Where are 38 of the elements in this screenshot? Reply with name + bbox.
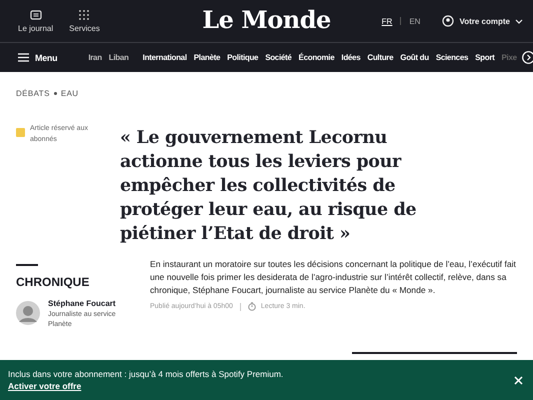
author-name[interactable]: Stéphane Foucart [48,299,123,308]
grid-icon [79,10,90,20]
subscriber-badge-icon [16,128,25,137]
promo-text: Inclus dans votre abonnement : jusqu’à 4 mois offerts à Spotify Premium. [8,369,284,379]
chevron-down-icon [515,18,523,24]
stopwatch-icon [248,302,256,311]
language-link[interactable]: FR [382,16,392,26]
separator-dot [54,92,57,95]
nav-link[interactable]: Économie [298,53,334,62]
nav-link[interactable]: Politique [227,53,258,62]
breadcrumb-link[interactable]: EAU [60,89,78,98]
article-title: « Le gouvernement Lecornu actionne tous les leviers pour empêcher les collectivités de protéger leur eau, au risque de piétiner l’Etat de droit » [120,127,418,246]
header-link[interactable]: Services [69,10,100,32]
logo[interactable]: Le Monde [202,5,331,34]
account-button[interactable]: Votre compte [442,15,523,27]
avatar-icon [16,301,40,325]
breadcrumb-link[interactable]: DÉBATS [16,89,50,98]
nav-link[interactable]: Goût du [400,53,429,62]
nav-link[interactable]: Idées [341,53,360,62]
nav-link[interactable]: Planète [194,53,220,62]
nav-link[interactable]: Sciences [436,53,468,62]
nav-link[interactable]: Iran [88,53,102,62]
language-link[interactable]: EN [409,16,420,26]
rubric-label: CHRONIQUE [16,275,90,289]
close-icon[interactable] [514,376,523,384]
offer-link[interactable]: Activer votre offre [8,381,284,391]
account-icon [442,15,454,27]
nav-link[interactable]: International [142,53,187,62]
header-link[interactable]: Le journal [18,10,54,32]
nav-link[interactable]: Sport [475,53,495,62]
nav-link[interactable]: Culture [367,53,394,62]
nav-link[interactable]: Société [265,53,292,62]
arrow-right-icon[interactable] [522,51,533,64]
newspaper-icon [30,10,42,20]
article-summary: En instaurant un moratoire sur toutes les décisions concernant la politique de l’eau, l’exécutif fait une nouvelle fois primer les desiderata de l’agro-industrie sur l’intérêt collectif, relève, dans sa chronique, Stéphane Foucart, journaliste au service Planète du « Monde ». [150,258,517,297]
menu-icon [18,53,29,62]
menu-button[interactable]: Menu [18,52,58,62]
nav-link[interactable]: Liban [108,53,129,62]
